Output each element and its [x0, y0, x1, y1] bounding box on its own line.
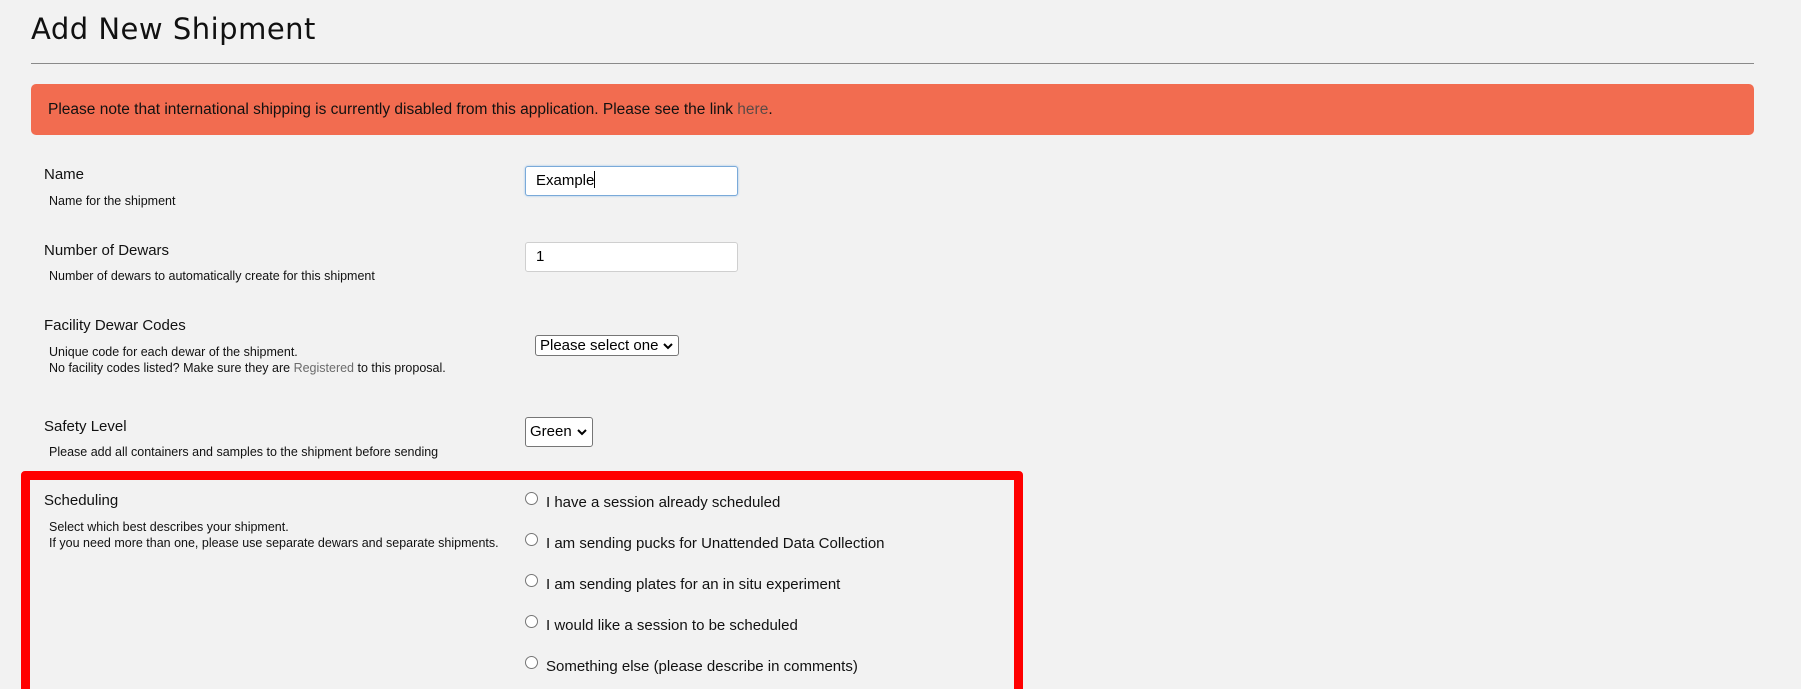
international-shipping-notice: Please note that international shipping …: [31, 84, 1754, 135]
safety-level-select[interactable]: Green: [525, 417, 593, 447]
radio-label: I would like a session to be scheduled: [546, 617, 798, 634]
notice-link[interactable]: here: [737, 101, 768, 118]
text-caret: [594, 171, 596, 189]
registered-link[interactable]: Registered: [294, 361, 354, 375]
name-field[interactable]: Example: [525, 166, 738, 196]
safety-level-label: Safety Level: [44, 418, 127, 435]
scheduling-highlight-box: [21, 471, 1023, 689]
radio-button[interactable]: [525, 533, 538, 546]
dewars-count-value: 1: [536, 248, 545, 265]
scheduling-label: Scheduling: [44, 492, 119, 509]
scheduling-help: Select which best describes your shipmen…: [49, 519, 499, 551]
dewars-help: Number of dewars to automatically create…: [49, 269, 375, 283]
facility-codes-help-prefix: No facility codes listed? Make sure they…: [49, 361, 294, 375]
facility-codes-help-suffix: to this proposal.: [354, 361, 446, 375]
name-field-value: Example: [536, 172, 595, 189]
facility-codes-help-line1: Unique code for each dewar of the shipme…: [49, 345, 298, 359]
facility-codes-select[interactable]: Please select one: [535, 335, 680, 356]
dewars-label: Number of Dewars: [44, 242, 170, 259]
radio-button[interactable]: [525, 574, 538, 587]
notice-suffix: .: [768, 101, 773, 118]
facility-codes-help: Unique code for each dewar of the shipme…: [49, 344, 446, 376]
radio-label: I have a session already scheduled: [546, 494, 781, 511]
chevron-down-icon: [576, 429, 587, 436]
scheduling-help-line1: Select which best describes your shipmen…: [49, 520, 289, 534]
radio-label: I am sending pucks for Unattended Data C…: [546, 535, 885, 552]
radio-button[interactable]: [525, 656, 538, 669]
facility-codes-label: Facility Dewar Codes: [44, 317, 186, 334]
page-title: Add New Shipment: [31, 12, 316, 46]
radio-button[interactable]: [525, 492, 538, 505]
facility-codes-selected: Please select one: [540, 337, 659, 354]
radio-label: I am sending plates for an in situ exper…: [546, 576, 841, 593]
name-help: Name for the shipment: [49, 194, 176, 208]
name-label: Name: [44, 166, 85, 183]
safety-level-selected: Green: [530, 423, 572, 440]
chevron-down-icon: [663, 342, 674, 349]
scheduling-help-line2: If you need more than one, please use se…: [49, 536, 499, 550]
notice-text: Please note that international shipping …: [48, 101, 738, 118]
title-divider: [31, 63, 1754, 64]
facility-codes-help-line2: No facility codes listed? Make sure they…: [49, 360, 446, 376]
add-shipment-page: Add New Shipment Please note that intern…: [0, 0, 1801, 689]
radio-button[interactable]: [525, 615, 538, 628]
safety-level-help: Please add all containers and samples to…: [49, 445, 439, 459]
radio-label: Something else (please describe in comme…: [546, 658, 858, 675]
dewars-count-field[interactable]: 1: [525, 242, 738, 272]
